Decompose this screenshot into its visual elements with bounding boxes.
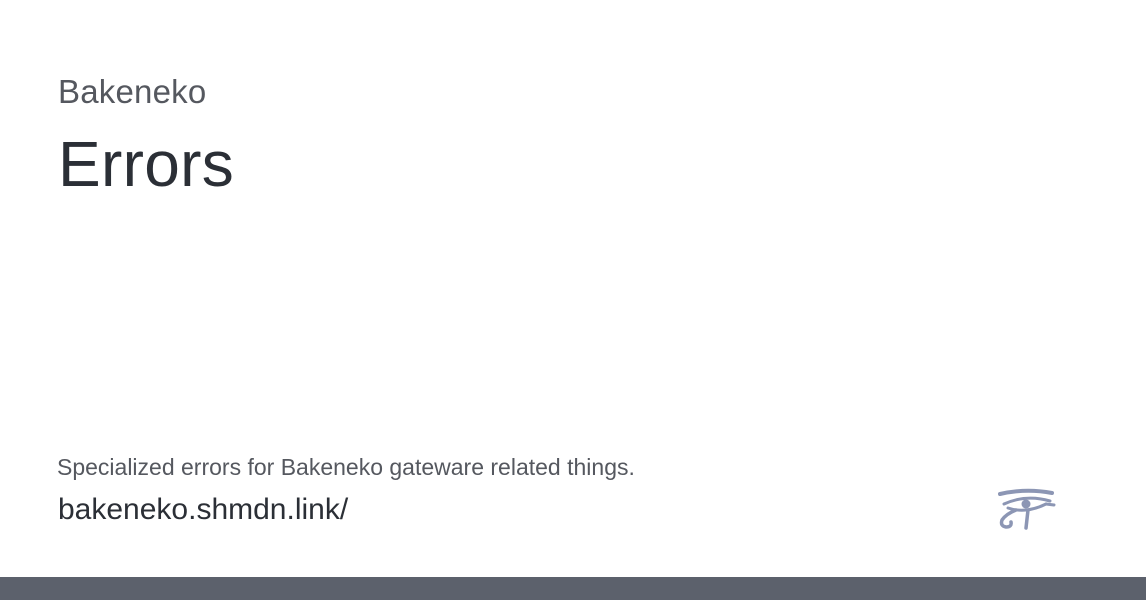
footer-bar xyxy=(0,577,1146,600)
eye-of-horus-icon xyxy=(998,488,1056,530)
site-name: Bakeneko xyxy=(58,73,207,110)
social-preview-card: Bakeneko Errors Specialized errors for B… xyxy=(0,0,1146,600)
site-url[interactable]: bakeneko.shmdn.link/ xyxy=(58,490,348,530)
page-description: Specialized errors for Bakeneko gateware… xyxy=(57,454,635,480)
page-title: Errors xyxy=(58,128,235,200)
